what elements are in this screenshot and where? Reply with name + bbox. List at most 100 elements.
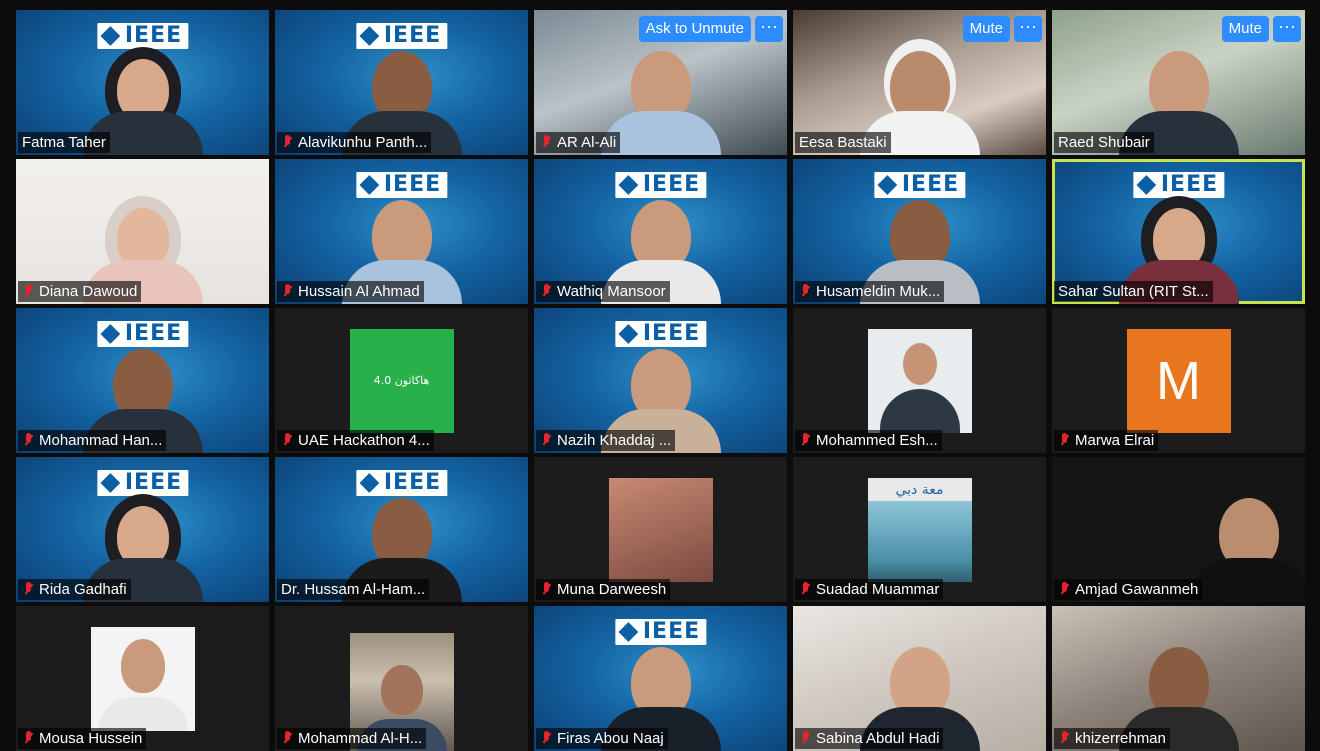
muted-mic-icon <box>1058 582 1071 597</box>
participant-name-tag: Mohammed Esh... <box>795 430 942 451</box>
participant-tile[interactable]: Sabina Abdul Hadi <box>793 606 1046 751</box>
profile-picture-text: هاكاثون 4.0 <box>373 374 430 387</box>
participant-tile[interactable]: khizerrehman <box>1052 606 1305 751</box>
profile-picture: هاكاثون 4.0 <box>349 328 454 433</box>
participant-name-tag: Eesa Bastaki <box>795 132 891 153</box>
participant-name-tag: Fatma Taher <box>18 132 110 153</box>
participant-tile[interactable]: Muna Darweesh <box>534 457 787 602</box>
muted-mic-icon <box>22 433 35 448</box>
participant-tile[interactable]: M Marwa Elrai <box>1052 308 1305 453</box>
participant-name-tag: Firas Abou Naaj <box>536 728 668 749</box>
avatar: M <box>1126 328 1231 433</box>
participant-name-tag: khizerrehman <box>1054 728 1170 749</box>
participant-name-tag: Marwa Elrai <box>1054 430 1159 451</box>
participant-name: UAE Hackathon 4... <box>298 432 430 449</box>
participant-name: Mohammad Han... <box>39 432 163 449</box>
muted-mic-icon <box>1058 433 1071 448</box>
muted-mic-icon <box>281 284 294 299</box>
participant-name-tag: Muna Darweesh <box>536 579 671 600</box>
profile-picture <box>867 328 972 433</box>
participant-name-tag: Wathiq Mansoor <box>536 281 670 302</box>
participant-tile[interactable]: Ask to Unmute ··· AR Al-Ali <box>534 10 787 155</box>
profile-picture <box>608 477 713 582</box>
participant-name-tag: Amjad Gawanmeh <box>1054 579 1203 600</box>
participant-name-tag: Sahar Sultan (RIT St... <box>1054 281 1213 302</box>
participant-tile[interactable]: IEEE Firas Abou Naaj <box>534 606 787 751</box>
muted-mic-icon <box>540 582 553 597</box>
participant-name: Fatma Taher <box>22 134 106 151</box>
participant-tile[interactable]: Mousa Hussein <box>16 606 269 751</box>
muted-mic-icon <box>540 135 553 150</box>
muted-mic-icon <box>799 284 812 299</box>
profile-picture-text: معة دبي <box>895 481 944 498</box>
muted-mic-icon <box>799 731 812 746</box>
muted-mic-icon <box>540 284 553 299</box>
participant-name-tag: UAE Hackathon 4... <box>277 430 434 451</box>
participant-name: Muna Darweesh <box>557 581 667 598</box>
participant-name: Marwa Elrai <box>1075 432 1155 449</box>
muted-mic-icon <box>22 284 35 299</box>
participant-name-tag: Husameldin Muk... <box>795 281 945 302</box>
participant-name: Wathiq Mansoor <box>557 283 666 300</box>
participant-name-tag: Mohammad Al-H... <box>277 728 427 749</box>
participant-tile[interactable]: IEEE Rida Gadhafi <box>16 457 269 602</box>
muted-mic-icon <box>281 135 294 150</box>
participant-tile[interactable]: IEEE Hussain Al Ahmad <box>275 159 528 304</box>
participant-tile[interactable]: Mute ··· Eesa Bastaki <box>793 10 1046 155</box>
participant-tile[interactable]: هاكاثون 4.0 UAE Hackathon 4... <box>275 308 528 453</box>
more-options-button[interactable]: ··· <box>1273 16 1301 42</box>
participant-name: Firas Abou Naaj <box>557 730 664 747</box>
participant-tile[interactable]: Mohammad Al-H... <box>275 606 528 751</box>
participant-name-tag: Alavikunhu Panth... <box>277 132 432 153</box>
participant-name-tag: Mousa Hussein <box>18 728 147 749</box>
more-options-button[interactable]: ··· <box>755 16 783 42</box>
participant-tile[interactable]: IEEE Wathiq Mansoor <box>534 159 787 304</box>
participant-tile[interactable]: Amjad Gawanmeh <box>1052 457 1305 602</box>
profile-picture <box>90 626 195 731</box>
participant-name-tag: Hussain Al Ahmad <box>277 281 424 302</box>
participant-tile[interactable]: Mohammed Esh... <box>793 308 1046 453</box>
more-options-button[interactable]: ··· <box>1014 16 1042 42</box>
participant-name: Amjad Gawanmeh <box>1075 581 1199 598</box>
participant-name-tag: Dr. Hussam Al-Ham... <box>277 579 430 600</box>
muted-mic-icon <box>281 433 294 448</box>
muted-mic-icon <box>22 731 35 746</box>
participant-tile[interactable]: Diana Dawoud <box>16 159 269 304</box>
participant-tile[interactable]: Mute ··· Raed Shubair <box>1052 10 1305 155</box>
participant-gallery: IEEE Fatma Taher IEEE Alavikunhu Panth..… <box>16 10 1305 751</box>
participant-name: AR Al-Ali <box>557 134 617 151</box>
participant-name-tag: Rida Gadhafi <box>18 579 131 600</box>
muted-mic-icon <box>799 582 812 597</box>
muted-mic-icon <box>799 433 812 448</box>
participant-name: Alavikunhu Panth... <box>298 134 428 151</box>
participant-name: Eesa Bastaki <box>799 134 887 151</box>
participant-tile[interactable]: IEEE Mohammad Han... <box>16 308 269 453</box>
participant-name-tag: Diana Dawoud <box>18 281 142 302</box>
participant-name: Hussain Al Ahmad <box>298 283 420 300</box>
muted-mic-icon <box>22 582 35 597</box>
participant-name: Mohammed Esh... <box>816 432 938 449</box>
participant-tile[interactable]: IEEE Dr. Hussam Al-Ham... <box>275 457 528 602</box>
participant-tile[interactable]: IEEE Nazih Khaddaj ... <box>534 308 787 453</box>
participant-name: Husameldin Muk... <box>816 283 941 300</box>
mute-button[interactable]: Mute <box>962 16 1010 42</box>
mute-button[interactable]: Mute <box>1221 16 1269 42</box>
participant-name-tag: AR Al-Ali <box>536 132 621 153</box>
participant-tile[interactable]: IEEE Alavikunhu Panth... <box>275 10 528 155</box>
muted-mic-icon <box>540 433 553 448</box>
participant-name: Dr. Hussam Al-Ham... <box>281 581 426 598</box>
participant-name: Nazih Khaddaj ... <box>557 432 672 449</box>
ask-to-unmute-button[interactable]: Ask to Unmute <box>638 16 751 42</box>
participant-name-tag: Mohammad Han... <box>18 430 167 451</box>
participant-tile[interactable]: IEEE Fatma Taher <box>16 10 269 155</box>
participant-tile[interactable]: معة دبي Suadad Muammar <box>793 457 1046 602</box>
participant-name: Sahar Sultan (RIT St... <box>1058 283 1209 300</box>
muted-mic-icon <box>540 731 553 746</box>
active-speaker-tile[interactable]: IEEE Sahar Sultan (RIT St... <box>1052 159 1305 304</box>
participant-name: Suadad Muammar <box>816 581 940 598</box>
participant-name-tag: Raed Shubair <box>1054 132 1154 153</box>
participant-tile[interactable]: IEEE Husameldin Muk... <box>793 159 1046 304</box>
participant-name: Mohammad Al-H... <box>298 730 423 747</box>
participant-name: Diana Dawoud <box>39 283 138 300</box>
participant-name: Raed Shubair <box>1058 134 1150 151</box>
